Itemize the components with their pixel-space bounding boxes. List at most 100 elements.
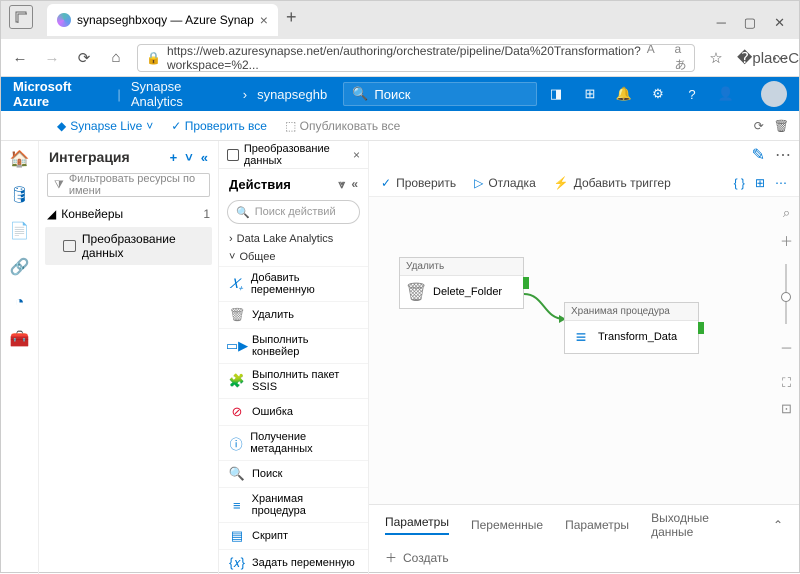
pipelines-group[interactable]: ◢ Конвейеры 1 bbox=[45, 203, 212, 225]
menu-icon[interactable]: ⋯ bbox=[769, 49, 791, 67]
breadcrumb-product[interactable]: Synapse Analytics bbox=[131, 79, 233, 109]
favorite-icon[interactable]: ☆ bbox=[705, 49, 727, 67]
synapse-live[interactable]: ◆ Synapse Live ˅ bbox=[57, 119, 153, 133]
tabs-icon[interactable] bbox=[9, 5, 33, 29]
window-maximize-icon[interactable]: ▢ bbox=[744, 15, 756, 31]
person-icon[interactable]: 👤 bbox=[717, 86, 735, 102]
code-icon[interactable]: { } bbox=[734, 176, 745, 190]
global-search[interactable]: 🔍 Поиск bbox=[343, 82, 537, 106]
tab-settings[interactable]: Параметры bbox=[565, 518, 629, 532]
activity-execute-ssis[interactable]: 🧩Выполнить пакет SSIS bbox=[219, 363, 368, 398]
rail-monitor-icon[interactable]: ◔ bbox=[10, 293, 30, 313]
activity-execute-pipeline[interactable]: ▭▶Выполнить конвейер bbox=[219, 328, 368, 363]
activity-add-variable[interactable]: 𝑋₊Добавить переменную bbox=[219, 266, 368, 301]
tab-title: synapseghbxoqy — Azure Synap bbox=[77, 13, 254, 27]
collections-icon[interactable]: �placeContent bbox=[737, 49, 759, 67]
node-transform-data[interactable]: Хранимая процедура ≡ Transform_Data bbox=[564, 302, 699, 354]
tab-output[interactable]: Выходные данные bbox=[651, 511, 751, 539]
plus-icon: ＋ bbox=[385, 549, 397, 566]
add-resource-icon[interactable]: + bbox=[170, 150, 178, 165]
canvas-tools: ⌕ ＋ － ⛶ ⊡ bbox=[780, 205, 793, 417]
output-connector[interactable] bbox=[698, 322, 704, 334]
pipeline-item[interactable]: Преобразование данных bbox=[45, 227, 212, 265]
rail-home-icon[interactable]: 🏠 bbox=[10, 149, 30, 169]
left-rail: 🏠 🛢 📄 🔗 ◔ 🧰 bbox=[1, 141, 39, 574]
refresh-icon[interactable]: ⟳ bbox=[73, 49, 95, 67]
activity-lookup[interactable]: 🔍Поиск bbox=[219, 460, 368, 487]
activity-get-metadata[interactable]: ⓘПолучение метаданных bbox=[219, 425, 368, 460]
activity-fail[interactable]: ⊘Ошибка bbox=[219, 398, 368, 425]
editor-tab[interactable]: Преобразование данных × bbox=[219, 141, 368, 169]
settings-icon[interactable]: ⚙ bbox=[649, 86, 667, 102]
canvas-more-icon[interactable]: ⋯ bbox=[775, 176, 787, 190]
azure-brand[interactable]: Microsoft Azure bbox=[13, 79, 107, 109]
breadcrumb-workspace[interactable]: synapseghb bbox=[257, 87, 327, 102]
activity-set-variable[interactable]: {𝑥}Задать переменную bbox=[219, 549, 368, 574]
node-delete-folder[interactable]: Удалить 🗑 Delete_Folder bbox=[399, 257, 524, 309]
help-icon[interactable]: ? bbox=[683, 87, 701, 102]
sproc-icon: ≡ bbox=[571, 327, 591, 347]
tasks-icon[interactable]: ⊞ bbox=[581, 86, 599, 102]
layout-icon[interactable]: ⊡ bbox=[781, 401, 792, 417]
forward-icon: → bbox=[41, 49, 63, 66]
chevron-down-icon[interactable]: ˅ bbox=[185, 150, 193, 165]
output-connector[interactable] bbox=[523, 277, 529, 289]
create-parameter-button[interactable]: ＋ Создать bbox=[385, 539, 783, 566]
activity-delete[interactable]: 🗑Удалить bbox=[219, 301, 368, 328]
browser-tab[interactable]: synapseghbxoqy — Azure Synap × bbox=[47, 4, 278, 36]
collapse-activities-icon[interactable]: « bbox=[351, 177, 358, 192]
search-icon: 🔍 bbox=[352, 86, 368, 102]
pipeline-icon bbox=[227, 149, 239, 161]
tab-variables[interactable]: Переменные bbox=[471, 518, 543, 532]
collapse-panel-icon[interactable]: « bbox=[201, 150, 208, 165]
zoom-in-icon[interactable]: ＋ bbox=[780, 231, 793, 250]
data-flow-icon[interactable]: ⊞ bbox=[755, 176, 765, 190]
rail-develop-icon[interactable]: 📄 bbox=[10, 221, 30, 241]
validate-button[interactable]: ✓Проверить bbox=[381, 176, 456, 190]
address-bar[interactable]: 🔒 https://web.azuresynapse.net/en/author… bbox=[137, 44, 695, 72]
activity-search[interactable]: 🔍 Поиск действий bbox=[227, 200, 360, 224]
group-dla[interactable]: › Data Lake Analytics bbox=[219, 230, 368, 248]
feedback-icon[interactable]: ◨ bbox=[547, 86, 565, 102]
window-minimize-icon[interactable]: ─ bbox=[717, 15, 726, 31]
new-tab-button[interactable]: + bbox=[286, 7, 297, 28]
notifications-icon[interactable]: 🔔 bbox=[615, 86, 633, 102]
pan-icon[interactable]: ⌕ bbox=[783, 205, 790, 221]
back-icon[interactable]: ← bbox=[9, 49, 31, 66]
window-close-icon[interactable]: ✕ bbox=[774, 15, 785, 31]
search-placeholder: Поиск bbox=[374, 87, 410, 102]
reader-icon[interactable]: A⁀ bbox=[647, 44, 665, 72]
add-trigger-button[interactable]: ⚡Добавить триггер bbox=[554, 176, 671, 190]
translate-icon[interactable]: aあ bbox=[674, 44, 686, 72]
publish-all-button[interactable]: ⬚ Опубликовать все bbox=[285, 119, 400, 133]
activity-stored-procedure[interactable]: ≡Хранимая процедура bbox=[219, 487, 368, 522]
fit-icon[interactable]: ⛶ bbox=[782, 375, 791, 391]
group-general[interactable]: ˅ Общее bbox=[219, 248, 368, 266]
zoom-slider[interactable] bbox=[785, 264, 787, 324]
filter-icon: ⧩ bbox=[54, 179, 64, 192]
activity-script[interactable]: ▤Скрипт bbox=[219, 522, 368, 549]
close-tab-icon[interactable]: × bbox=[353, 148, 360, 162]
home-icon[interactable]: ⌂ bbox=[105, 49, 127, 66]
activities-title: Действия bbox=[229, 177, 291, 192]
validate-all-button[interactable]: ✓ Проверить все bbox=[171, 119, 267, 133]
rail-manage-icon[interactable]: 🧰 bbox=[10, 329, 30, 349]
zoom-out-icon[interactable]: － bbox=[780, 338, 793, 357]
count-badge: 1 bbox=[203, 207, 210, 221]
refresh-workspace-icon[interactable]: ⟳ bbox=[754, 119, 764, 133]
avatar[interactable] bbox=[761, 81, 787, 107]
lock-icon: 🔒 bbox=[146, 51, 161, 65]
expand-panel-icon[interactable]: ⌃ bbox=[773, 518, 783, 532]
more-icon[interactable]: ⋯ bbox=[775, 145, 791, 165]
rail-data-icon[interactable]: 🛢 bbox=[10, 185, 30, 205]
tab-parameters[interactable]: Параметры bbox=[385, 515, 449, 535]
chevron-double-icon[interactable]: ⩔ bbox=[339, 177, 346, 192]
pipeline-canvas[interactable]: Удалить 🗑 Delete_Folder Хранимая процеду… bbox=[369, 197, 799, 504]
debug-button[interactable]: ▷Отладка bbox=[474, 176, 536, 190]
tab-close-icon[interactable]: × bbox=[260, 12, 268, 28]
filter-input[interactable]: ⧩ Фильтровать ресурсы по имени bbox=[47, 173, 210, 197]
discard-icon[interactable]: 🗑 bbox=[774, 119, 789, 133]
favicon-icon bbox=[57, 13, 71, 27]
rail-integrate-icon[interactable]: 🔗 bbox=[10, 257, 30, 277]
properties-icon[interactable]: ✎ bbox=[752, 145, 765, 165]
